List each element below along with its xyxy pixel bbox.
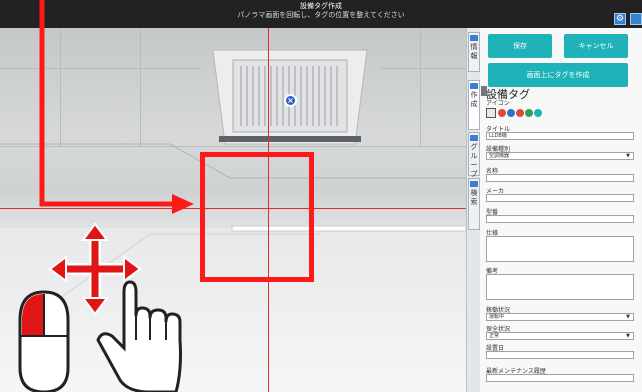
chevron-down-icon: ▼	[626, 314, 630, 320]
tab-label: 情報	[470, 43, 478, 60]
install-date-input[interactable]	[486, 351, 634, 359]
ceiling-seam	[420, 28, 421, 146]
spec-textarea[interactable]	[486, 236, 634, 262]
cancel-button[interactable]: キャンセル	[564, 34, 628, 58]
operation-status-select[interactable]: 運転中 ▼	[486, 313, 634, 321]
highlight-frame	[200, 152, 314, 282]
model-input[interactable]	[486, 215, 634, 223]
create-tab-icon	[470, 83, 478, 89]
tab-label: 作成	[470, 91, 478, 108]
save-button[interactable]: 保存	[488, 34, 552, 58]
green-tag-icon[interactable]	[525, 109, 533, 117]
tab-group[interactable]: グループ	[468, 132, 480, 178]
app-window: { "topbar": { "title": "設備タグ作成", "subtit…	[0, 0, 642, 392]
gear-icon[interactable]: ⚙	[614, 13, 626, 25]
maintenance-status-select[interactable]: 正常 ▼	[486, 332, 634, 340]
icon-label: アイコン	[486, 100, 510, 107]
title-input[interactable]: LLDB機	[486, 132, 634, 140]
tab-label: 検索	[470, 189, 478, 206]
teal-tag-icon[interactable]	[534, 109, 542, 117]
side-tabs: 情報 作成 グループ 検索	[466, 28, 480, 392]
tab-search[interactable]: 検索	[468, 178, 480, 230]
selected-icon[interactable]	[486, 108, 496, 118]
ceiling-seam	[60, 28, 61, 146]
info-tab-icon	[470, 35, 478, 41]
ceiling-seam	[0, 68, 200, 69]
chevron-down-icon: ▼	[626, 333, 630, 339]
group-tab-icon	[470, 135, 478, 141]
maker-input[interactable]	[486, 194, 634, 202]
tab-label: グループ	[470, 143, 478, 178]
chevron-down-icon: ▼	[626, 153, 630, 159]
search-tab-icon	[470, 181, 478, 187]
maintenance-status-value: 正常	[489, 333, 500, 339]
blue-tag-icon[interactable]	[507, 109, 515, 117]
tab-create[interactable]: 作成	[468, 80, 480, 130]
panorama-view[interactable]: ×	[0, 28, 466, 392]
create-tag-button[interactable]: 画面上にタグを作成	[488, 63, 628, 87]
tab-info[interactable]: 情報	[468, 32, 480, 72]
instruction-text: パノラマ画面を回転し、タグの位置を整えてください	[237, 11, 405, 19]
last-maintenance-input[interactable]	[486, 374, 634, 382]
close-icon[interactable]: ×	[284, 94, 297, 107]
operation-status-value: 運転中	[489, 314, 505, 320]
red-tag-icon[interactable]	[498, 109, 506, 117]
equipment-type-select[interactable]: 空調機器 ▼	[486, 152, 634, 160]
window-title: 設備タグ作成	[300, 2, 342, 10]
name-input[interactable]	[486, 174, 634, 182]
remarks-textarea[interactable]	[486, 274, 634, 300]
tag-editor-panel: 保存 キャンセル 画面上にタグを作成 設備タグ アイコン タイトル LLDB機 …	[480, 28, 642, 392]
ceiling-seam	[140, 28, 141, 146]
red-tag-icon[interactable]	[516, 109, 524, 117]
equipment-type-value: 空調機器	[489, 153, 510, 159]
panel-toggle-icon[interactable]	[630, 13, 642, 25]
title-bar: 設備タグ作成 パノラマ画面を回転し、タグの位置を整えてください ⚙	[0, 0, 642, 28]
ceiling-seam	[380, 68, 466, 69]
